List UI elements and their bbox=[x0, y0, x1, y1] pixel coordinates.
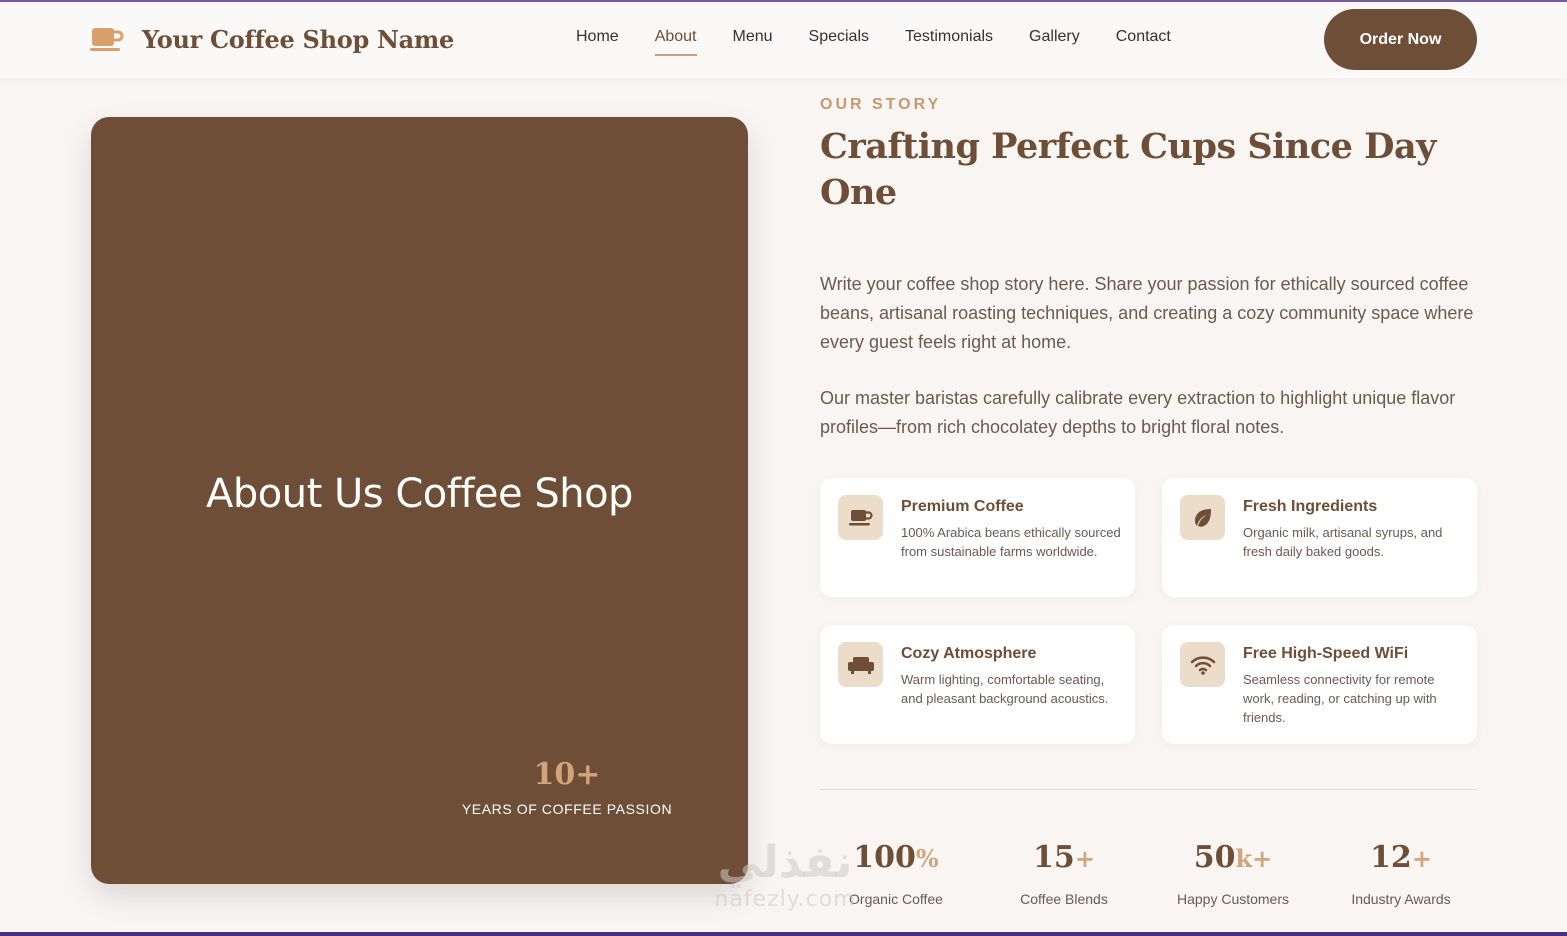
section-eyebrow: OUR STORY bbox=[820, 96, 942, 113]
brand-logo[interactable]: Your Coffee Shop Name bbox=[90, 24, 454, 54]
about-hero-card: About Us Coffee Shop 10+ YEARS OF COFFEE… bbox=[91, 117, 748, 884]
stat-happy-customers: 50k+ Happy Customers bbox=[1148, 838, 1318, 907]
feature-icon-box bbox=[1180, 495, 1225, 540]
order-now-button[interactable]: Order Now bbox=[1324, 9, 1477, 70]
stat-label: Coffee Blends bbox=[1020, 891, 1108, 907]
stat-value: 12+ bbox=[1370, 840, 1432, 875]
story-paragraph-2: Our master baristas carefully calibrate … bbox=[820, 388, 1456, 437]
feature-icon-box bbox=[838, 642, 883, 687]
nav-menu[interactable]: Menu bbox=[733, 28, 773, 56]
leaf-icon bbox=[1194, 508, 1211, 527]
stat-industry-awards: 12+ Industry Awards bbox=[1316, 838, 1486, 907]
feature-icon-box bbox=[1180, 642, 1225, 687]
feature-card-premium-coffee: Premium Coffee 100% Arabica beans ethica… bbox=[820, 478, 1135, 597]
feature-description: Seamless connectivity for remote work, r… bbox=[1243, 672, 1437, 725]
stat-organic-coffee: 100% Organic Coffee bbox=[811, 838, 981, 907]
nav-home[interactable]: Home bbox=[576, 28, 619, 56]
bottom-border bbox=[0, 932, 1567, 936]
main-nav: Home About Menu Specials Testimonials Ga… bbox=[576, 28, 1207, 56]
section-heading: Crafting Perfect Cups Since Day One bbox=[820, 126, 1437, 213]
feature-icon-box bbox=[838, 495, 883, 540]
wifi-icon bbox=[1190, 655, 1215, 675]
feature-description: Warm lighting, comfortable seating, and … bbox=[901, 672, 1109, 706]
nav-gallery[interactable]: Gallery bbox=[1029, 28, 1080, 56]
feature-title: Premium Coffee bbox=[901, 498, 1024, 515]
years-label: YEARS OF COFFEE PASSION bbox=[461, 801, 673, 817]
feature-title: Free High-Speed WiFi bbox=[1243, 645, 1409, 662]
feature-title: Fresh Ingredients bbox=[1243, 498, 1378, 515]
stat-label: Organic Coffee bbox=[849, 891, 943, 907]
stat-value: 100% bbox=[853, 840, 939, 875]
feature-card-fresh-ingredients: Fresh Ingredients Organic milk, artisana… bbox=[1162, 478, 1477, 597]
feature-description: 100% Arabica beans ethically sourced fro… bbox=[901, 525, 1121, 559]
stats-divider bbox=[820, 789, 1477, 790]
feature-description: Organic milk, artisanal syrups, and fres… bbox=[1243, 525, 1443, 559]
nav-testimonials[interactable]: Testimonials bbox=[905, 28, 993, 56]
years-value: 10+ bbox=[533, 757, 601, 792]
nav-about[interactable]: About bbox=[654, 28, 697, 56]
stat-coffee-blends: 15+ Coffee Blends bbox=[979, 838, 1149, 907]
feature-card-free-wifi: Free High-Speed WiFi Seamless connectivi… bbox=[1162, 625, 1477, 744]
stat-label: Happy Customers bbox=[1176, 891, 1290, 907]
nav-specials[interactable]: Specials bbox=[809, 28, 869, 56]
hero-title: About Us Coffee Shop bbox=[206, 471, 633, 517]
coffee-cup-icon bbox=[90, 28, 124, 51]
stat-value: 50k+ bbox=[1193, 840, 1273, 875]
feature-title: Cozy Atmosphere bbox=[901, 645, 1037, 662]
coffee-cup-icon bbox=[848, 509, 873, 525]
story-paragraph-1: Write your coffee shop story here. Share… bbox=[820, 274, 1474, 352]
couch-icon bbox=[847, 656, 874, 674]
feature-card-cozy-atmosphere: Cozy Atmosphere Warm lighting, comfortab… bbox=[820, 625, 1135, 744]
stat-label: Industry Awards bbox=[1351, 891, 1451, 907]
brand-name: Your Coffee Shop Name bbox=[142, 24, 454, 54]
site-header: Your Coffee Shop Name Home About Menu Sp… bbox=[0, 2, 1567, 78]
nav-contact[interactable]: Contact bbox=[1116, 28, 1171, 56]
stat-value: 15+ bbox=[1033, 840, 1095, 875]
